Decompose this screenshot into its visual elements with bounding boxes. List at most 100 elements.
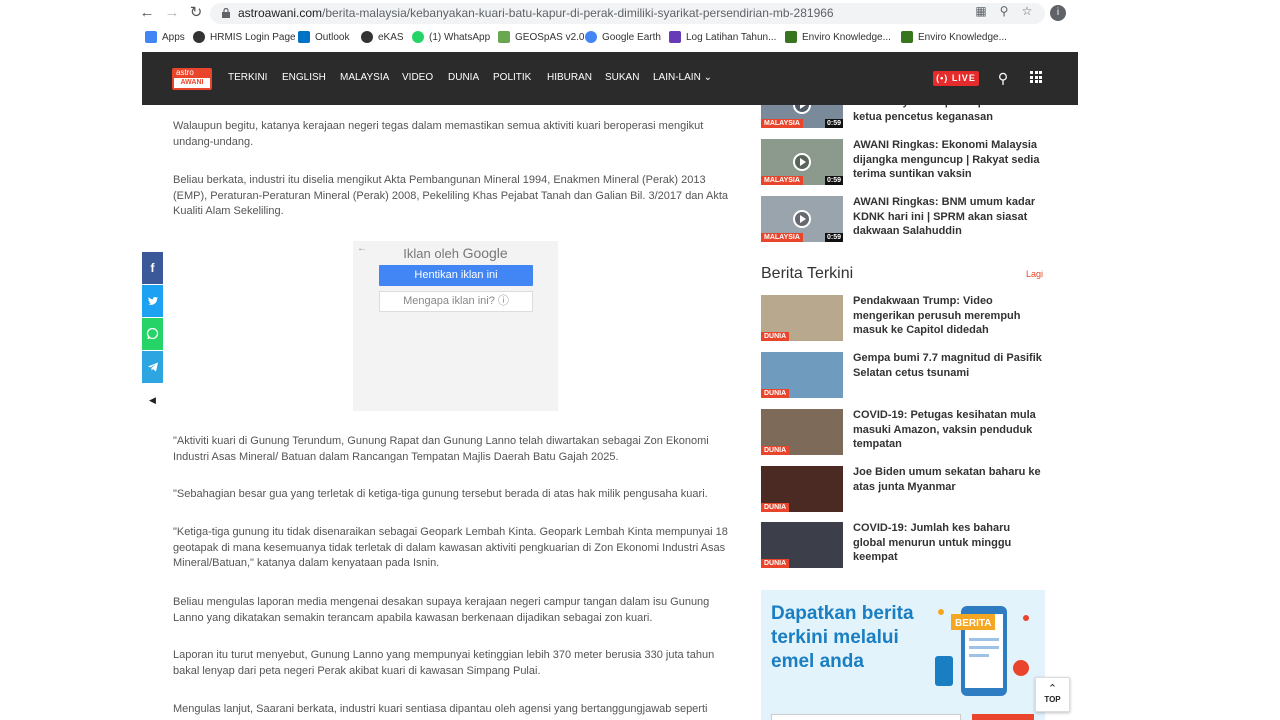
zoom-icon[interactable]: ⚲	[997, 4, 1011, 18]
bookmark-enviro-1[interactable]: Enviro Knowledge...	[785, 31, 891, 43]
category-badge: MALAYSIA	[761, 119, 803, 128]
news-title[interactable]: COVID-19: Jumlah kes baharu global menur…	[853, 521, 1045, 565]
facebook-share-icon[interactable]: f	[142, 252, 163, 284]
bookmark-geospas[interactable]: GEOSpAS v2.0	[498, 31, 584, 43]
news-thumbnail: DUNIA	[761, 295, 843, 341]
bookmark-whatsapp[interactable]: (1) WhatsApp	[412, 31, 490, 43]
back-icon[interactable]: ←	[139, 5, 155, 21]
reload-icon[interactable]: ↻	[188, 5, 204, 21]
news-item[interactable]: DUNIA Pendakwaan Trump: Video mengerikan…	[761, 295, 1046, 341]
article-paragraph: Beliau berkata, industri itu diselia men…	[173, 174, 729, 217]
bookmark-log-latihan[interactable]: Log Latihan Tahun...	[669, 31, 776, 43]
nav-lain-lain[interactable]: LAIN-LAIN ⌄	[653, 72, 712, 83]
bookmark-google-earth[interactable]: Google Earth	[585, 31, 661, 43]
bookmark-enviro-2[interactable]: Enviro Knowledge...	[901, 31, 1007, 43]
news-title[interactable]: COVID-19: Petugas kesihatan mula masuki …	[853, 408, 1045, 452]
more-link[interactable]: Lagi	[1026, 269, 1043, 279]
translate-icon[interactable]: ▦	[974, 4, 988, 18]
video-item[interactable]: MALAYSIA 0:59 AWANI Ringkas: BNM umum ka…	[761, 196, 1046, 242]
astro-awani-logo[interactable]: astro AWANI	[172, 68, 212, 90]
article-paragraph: "Aktiviti kuari di Gunung Terundum, Gunu…	[173, 435, 709, 463]
star-icon[interactable]: ☆	[1020, 4, 1034, 18]
back-to-top-button[interactable]: ⌃ TOP	[1035, 677, 1070, 712]
category-badge: DUNIA	[761, 332, 790, 341]
news-item[interactable]: DUNIA COVID-19: Jumlah kes baharu global…	[761, 522, 1046, 568]
forward-icon[interactable]: →	[164, 5, 180, 21]
ad-title: Iklan oleh Google	[403, 245, 508, 261]
duration-badge: 0:59	[824, 119, 843, 128]
news-title[interactable]: Joe Biden umum sekatan baharu ke atas ju…	[853, 465, 1045, 494]
nav-politik[interactable]: POLITIK	[493, 72, 531, 83]
video-title[interactable]: AWANI Ringkas: BNM umum kadar KDNK hari …	[853, 195, 1045, 239]
video-thumbnail: MALAYSIA 0:59	[761, 139, 843, 185]
url-text: astroawani.com/berita-malaysia/kebanyaka…	[238, 6, 834, 20]
category-badge: DUNIA	[761, 446, 790, 455]
email-input[interactable]	[771, 714, 961, 720]
promo-text: Dapatkan berita terkini melalui emel and…	[771, 603, 914, 672]
collapse-share-icon[interactable]: ◀	[142, 385, 163, 415]
stop-ad-button[interactable]: Hentikan iklan ini	[379, 265, 533, 286]
chevron-up-icon: ⌃	[1047, 683, 1058, 695]
outlook-icon	[298, 31, 310, 43]
section-title: Berita Terkini	[761, 265, 854, 282]
newsletter-promo: Dapatkan berita terkini melalui emel and…	[761, 590, 1045, 720]
bookmark-outlook[interactable]: Outlook	[298, 31, 349, 43]
video-thumbnail: MALAYSIA 0:59	[761, 196, 843, 242]
nav-malaysia[interactable]: MALAYSIA	[340, 72, 389, 83]
bookmark-apps[interactable]: Apps	[145, 31, 185, 43]
nav-terkini[interactable]: TERKINI	[228, 72, 267, 83]
enviro-icon	[785, 31, 797, 43]
article-paragraph: Laporan itu turut menyebut, Gunung Lanno…	[173, 649, 715, 677]
category-badge: MALAYSIA	[761, 176, 803, 185]
browser-toolbar: ← → ↻ astroawani.com/berita-malaysia/keb…	[0, 0, 1280, 27]
news-item[interactable]: DUNIA Joe Biden umum sekatan baharu ke a…	[761, 466, 1046, 512]
lock-icon	[222, 8, 230, 18]
news-title[interactable]: Pendakwaan Trump: Video mengerikan perus…	[853, 294, 1045, 338]
article-paragraph: Mengulas lanjut, Saarani berkata, indust…	[173, 703, 708, 715]
nav-english[interactable]: ENGLISH	[282, 72, 326, 83]
telegram-share-icon[interactable]	[142, 351, 163, 383]
news-item[interactable]: DUNIA Gempa bumi 7.7 magnitud di Pasifik…	[761, 352, 1046, 398]
phone-illustration: BERITA	[935, 606, 1029, 696]
bookmark-ekas[interactable]: eKAS	[361, 31, 404, 43]
category-badge: DUNIA	[761, 559, 790, 568]
subscribe-button[interactable]	[972, 714, 1034, 720]
video-item[interactable]: MALAYSIA 0:59 AWANI Ringkas: Ekonomi Mal…	[761, 139, 1046, 185]
whatsapp-share-icon[interactable]	[142, 318, 163, 350]
article-paragraph: Beliau mengulas laporan media mengenai d…	[173, 596, 710, 624]
promo-badge: BERITA	[955, 618, 991, 629]
twitter-share-icon[interactable]	[142, 285, 163, 317]
nav-dunia[interactable]: DUNIA	[448, 72, 479, 83]
nav-hiburan[interactable]: HIBURAN	[547, 72, 592, 83]
chevron-down-icon: ⌄	[703, 72, 712, 83]
news-title[interactable]: Gempa bumi 7.7 magnitud di Pasifik Selat…	[853, 351, 1045, 380]
category-badge: DUNIA	[761, 389, 790, 398]
enviro-icon	[901, 31, 913, 43]
duration-badge: 0:59	[824, 176, 843, 185]
earth-icon	[585, 31, 597, 43]
why-ad-button[interactable]: Mengapa iklan ini? ⓘ	[379, 291, 533, 312]
site-header: astro AWANI TERKINI ENGLISH MALAYSIA VID…	[142, 52, 1078, 105]
news-thumbnail: DUNIA	[761, 522, 843, 568]
live-button[interactable]: (•) LIVE	[933, 71, 979, 86]
apps-icon	[145, 31, 157, 43]
news-item[interactable]: DUNIA COVID-19: Petugas kesihatan mula m…	[761, 409, 1046, 455]
nav-sukan[interactable]: SUKAN	[605, 72, 639, 83]
bookmarks-bar: Apps HRMIS Login Page Outlook eKAS (1) W…	[0, 27, 1280, 49]
video-title[interactable]: AWANI Ringkas: Ekonomi Malaysia dijangka…	[853, 138, 1045, 182]
news-thumbnail: DUNIA	[761, 352, 843, 398]
geospas-icon	[498, 31, 510, 43]
address-bar[interactable]: astroawani.com/berita-malaysia/kebanyaka…	[210, 3, 1045, 24]
nav-video[interactable]: VIDEO	[402, 72, 433, 83]
article-paragraph: "Ketiga-tiga gunung itu tidak disenaraik…	[173, 526, 728, 569]
profile-avatar[interactable]: i	[1050, 5, 1066, 21]
article-paragraph: "Sebahagian besar gua yang terletak di k…	[173, 488, 708, 500]
globe-icon	[361, 31, 373, 43]
news-thumbnail: DUNIA	[761, 409, 843, 455]
category-badge: DUNIA	[761, 503, 790, 512]
search-icon[interactable]: ⚲	[995, 70, 1011, 86]
play-icon	[793, 210, 811, 228]
document-icon	[669, 31, 681, 43]
bookmark-hrmis[interactable]: HRMIS Login Page	[193, 31, 296, 43]
menu-grid-icon[interactable]	[1030, 71, 1042, 83]
